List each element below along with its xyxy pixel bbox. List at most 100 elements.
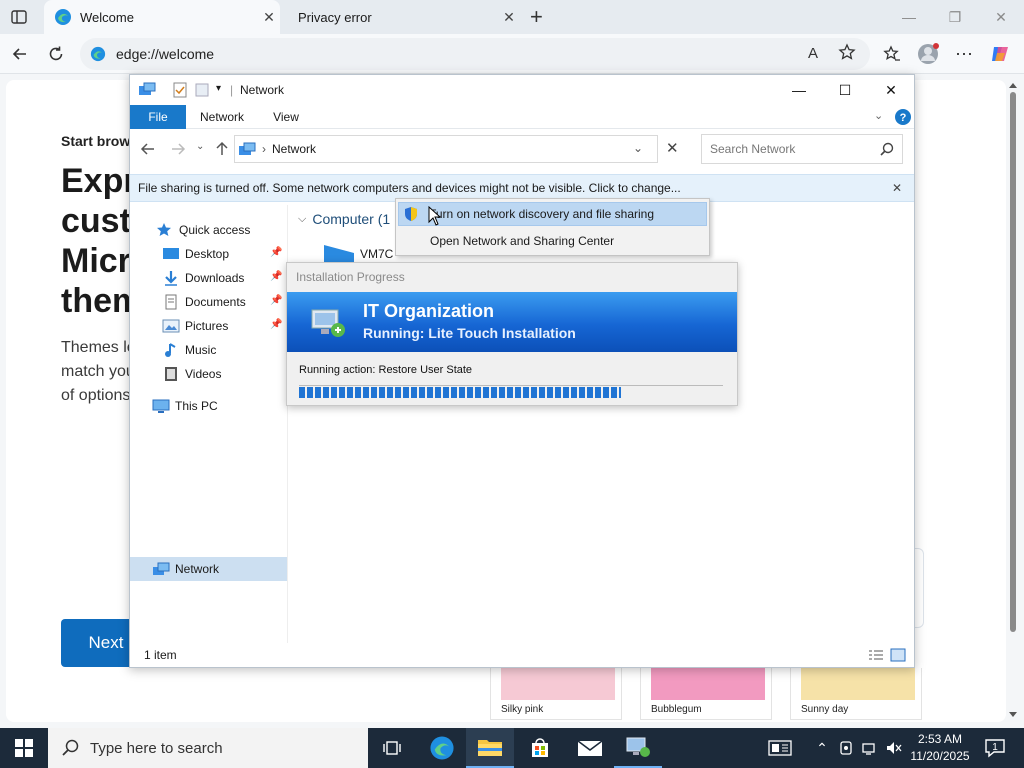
back-icon[interactable] (140, 141, 156, 157)
body-line: Themes le (61, 339, 136, 356)
breadcrumb-chevron-icon: › (262, 142, 266, 156)
menu-item-open-sharing-center[interactable]: Open Network and Sharing Center (398, 229, 707, 253)
address-field[interactable]: edge://welcome A (80, 38, 870, 70)
address-text: edge://welcome (116, 46, 215, 62)
task-view-icon[interactable] (368, 728, 416, 768)
tab-privacy-error[interactable]: Privacy error ✕ (282, 0, 520, 34)
nav-quick-access[interactable]: Quick access (156, 219, 250, 241)
nav-network[interactable]: Network (152, 558, 219, 580)
back-icon[interactable] (8, 42, 32, 66)
favorite-star-icon[interactable] (838, 43, 856, 61)
up-icon[interactable] (214, 141, 230, 157)
tab-welcome[interactable]: Welcome ✕ (44, 0, 280, 34)
address-bar-row: edge://welcome A ⋯ (0, 34, 1024, 74)
network-tray-icon[interactable] (860, 728, 880, 768)
notification-center-icon[interactable]: 1 (980, 728, 1010, 768)
details-view-icon[interactable] (868, 648, 884, 662)
nav-music[interactable]: Music (162, 339, 216, 361)
help-icon[interactable]: ? (894, 108, 912, 126)
body-line: match you (61, 363, 135, 380)
restore-icon[interactable]: ❐ (932, 0, 978, 34)
computer-group-header[interactable]: ⌵ Computer (1 (298, 211, 390, 227)
read-aloud-icon[interactable]: A (808, 45, 818, 62)
desktop-icon (162, 246, 180, 262)
taskbar: Type here to search ⌃ 2:53 AM 11/20/2025… (0, 728, 1024, 768)
device-icon[interactable] (836, 728, 856, 768)
explorer-close-icon[interactable]: ✕ (868, 75, 914, 105)
search-input[interactable]: Search Network (701, 134, 903, 164)
new-tab-button[interactable]: + (530, 4, 543, 30)
theme-swatch (501, 668, 615, 700)
close-window-icon[interactable]: ✕ (978, 0, 1024, 34)
clear-path-icon[interactable]: ✕ (666, 139, 679, 157)
nav-label: Videos (185, 367, 222, 381)
nav-documents[interactable]: Documents (162, 291, 246, 313)
deployment-computer-icon (309, 304, 347, 340)
theme-card-silky-pink[interactable]: Silky pink (490, 668, 622, 720)
progress-window-title: Installation Progress (296, 270, 405, 284)
close-info-bar-icon[interactable]: ✕ (892, 181, 902, 195)
nav-pictures[interactable]: Pictures (162, 315, 228, 337)
taskbar-clock[interactable]: 2:53 AM 11/20/2025 (910, 731, 970, 765)
profile-avatar[interactable] (916, 42, 940, 66)
body-line: of options (61, 387, 131, 404)
customize-toolbar-icon[interactable]: ▾ (216, 83, 221, 94)
page-scrollbar[interactable] (1006, 78, 1020, 722)
theme-card-bubblegum[interactable]: Bubblegum (640, 668, 772, 720)
close-tab-icon[interactable]: ✕ (258, 9, 280, 26)
clock-date: 11/20/2025 (910, 749, 970, 763)
forward-icon[interactable] (170, 141, 186, 157)
path-field[interactable]: › Network ⌄ (234, 135, 658, 163)
close-tab-icon[interactable]: ✕ (498, 9, 520, 26)
taskbar-search-box[interactable]: Type here to search (48, 728, 368, 768)
nav-videos[interactable]: Videos (162, 363, 221, 385)
menu-item-label: Turn on network discovery and file shari… (429, 207, 654, 221)
theme-card-sunny-day[interactable]: Sunny day (790, 668, 922, 720)
status-bar: 1 item (130, 643, 914, 667)
taskbar-search-placeholder: Type here to search (90, 739, 223, 757)
refresh-icon[interactable] (44, 42, 68, 66)
properties-icon[interactable] (172, 82, 188, 98)
large-icons-view-icon[interactable] (890, 648, 906, 662)
edge-taskbar-icon[interactable] (418, 728, 466, 768)
nav-this-pc[interactable]: This PC (152, 395, 218, 417)
start-button[interactable] (0, 728, 48, 768)
nav-label: Downloads (185, 271, 245, 285)
tab-actions-icon[interactable] (10, 8, 28, 26)
explorer-maximize-icon[interactable]: ☐ (822, 75, 868, 105)
expand-ribbon-icon[interactable]: ⌄ (874, 109, 883, 122)
ribbon-tab-network[interactable]: Network (192, 105, 252, 129)
menu-item-turn-on-discovery[interactable]: Turn on network discovery and file shari… (398, 202, 707, 226)
nav-label: Quick access (179, 223, 251, 237)
recent-locations-icon[interactable]: ⌄ (196, 141, 204, 152)
browser-tab-bar: Welcome ✕ Privacy error ✕ + — ❐ ✕ (0, 0, 1024, 34)
file-explorer-taskbar-icon[interactable] (466, 728, 514, 768)
copilot-icon[interactable] (988, 42, 1012, 66)
explorer-minimize-icon[interactable]: — (776, 75, 822, 105)
favorites-icon[interactable] (880, 42, 904, 66)
volume-muted-icon[interactable] (884, 728, 904, 768)
info-bar-text: File sharing is turned off. Some network… (138, 181, 681, 195)
progress-bar-fill (299, 387, 621, 398)
pin-icon: 📌 (270, 247, 283, 258)
minimize-icon[interactable]: — (886, 0, 932, 34)
input-indicator-icon[interactable] (764, 728, 796, 768)
nav-desktop[interactable]: Desktop (162, 243, 229, 265)
nav-downloads[interactable]: Downloads (162, 267, 244, 289)
info-bar-context-menu: Turn on network discovery and file shari… (395, 198, 710, 256)
ribbon-tab-view[interactable]: View (258, 105, 314, 129)
deployment-taskbar-icon[interactable] (614, 728, 662, 768)
computer-name: VM7C (360, 247, 394, 261)
more-options-icon[interactable]: ⋯ (952, 42, 976, 66)
notification-count: 1 (992, 742, 998, 753)
show-hidden-icons-icon[interactable]: ⌃ (812, 728, 832, 768)
download-arrow-icon (162, 270, 180, 286)
ribbon-tab-file[interactable]: File (130, 105, 186, 129)
new-folder-icon[interactable] (194, 82, 210, 98)
path-dropdown-icon[interactable]: ⌄ (633, 141, 643, 155)
progress-banner: IT Organization Running: Lite Touch Inst… (287, 292, 737, 352)
tab-title: Privacy error (298, 9, 372, 25)
store-taskbar-icon[interactable] (516, 728, 564, 768)
pin-icon: 📌 (270, 271, 283, 282)
mail-taskbar-icon[interactable] (566, 728, 614, 768)
